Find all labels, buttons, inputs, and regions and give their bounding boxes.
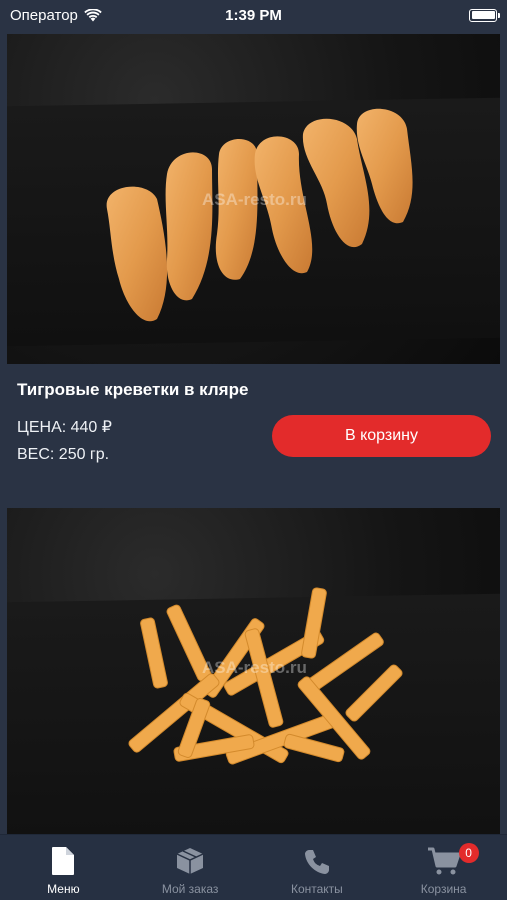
- status-bar: Оператор 1:39 PM: [0, 0, 507, 30]
- product-photo[interactable]: ASA-resto.ru: [7, 34, 500, 364]
- add-to-cart-button[interactable]: В корзину: [272, 415, 491, 457]
- product-title: Тигровые креветки в кляре: [17, 380, 249, 399]
- tab-label: Мой заказ: [161, 882, 219, 896]
- watermark: ASA-resto.ru: [202, 190, 307, 209]
- battery-icon: [469, 8, 500, 22]
- cart-count-badge: 0: [458, 843, 479, 863]
- tab-label: Контакты: [290, 882, 343, 896]
- tab-bar: Меню Мой заказ Контакты Корзина 0: [0, 834, 507, 900]
- wifi-icon: [84, 8, 102, 21]
- tab-label: Меню: [47, 882, 80, 896]
- product-card: ASA-resto.ru: [0, 508, 507, 834]
- menu-feed[interactable]: ASA-resto.ru Тигровые креветки в кляре Ц…: [0, 34, 507, 834]
- tab-menu[interactable]: Меню: [0, 835, 127, 900]
- product-card: ASA-resto.ru Тигровые креветки в кляре Ц…: [0, 34, 507, 508]
- tab-contacts[interactable]: Контакты: [254, 835, 381, 900]
- watermark: ASA-resto.ru: [202, 658, 307, 677]
- document-icon: [52, 847, 75, 875]
- phone-icon: [304, 850, 329, 874]
- product-info: Тигровые креветки в кляре ЦЕНА: 440 ₽ ВЕ…: [0, 364, 507, 508]
- tab-my-order[interactable]: Мой заказ: [127, 835, 254, 900]
- tab-label: Корзина: [420, 882, 467, 896]
- cart-icon: [427, 847, 461, 875]
- box-icon: [176, 848, 204, 874]
- product-photo[interactable]: ASA-resto.ru: [7, 508, 500, 834]
- carrier-label: Оператор: [10, 6, 78, 24]
- tab-cart[interactable]: Корзина 0: [380, 835, 507, 900]
